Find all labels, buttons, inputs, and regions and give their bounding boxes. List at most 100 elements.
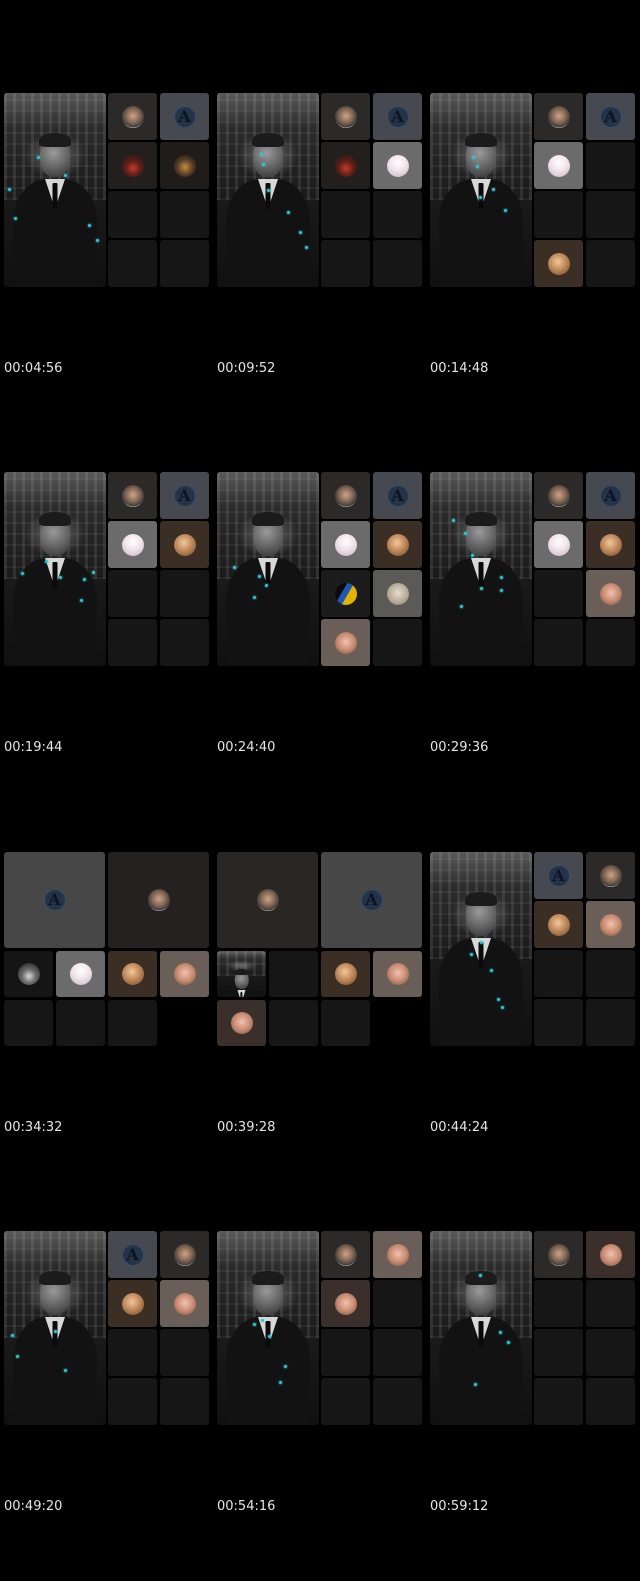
cyan-marker-dot bbox=[492, 188, 495, 191]
participant-tile bbox=[534, 521, 583, 568]
recording-thumbnail[interactable]: A 00:39:28 bbox=[217, 852, 422, 1202]
cyan-marker-dot bbox=[37, 156, 40, 159]
cyan-marker-dot bbox=[59, 576, 62, 579]
participant-avatar-sky bbox=[334, 533, 357, 556]
timestamp-label: 00:34:32 bbox=[4, 1120, 63, 1135]
participant-grid: A bbox=[4, 93, 209, 288]
recording-thumbnail[interactable]: A 00:19:44 bbox=[4, 472, 209, 822]
recording-thumbnail[interactable]: A 00:49:20 bbox=[4, 1231, 209, 1581]
recording-thumbnail[interactable]: A 00:24:40 bbox=[217, 472, 422, 822]
avatar-letter: A bbox=[604, 485, 617, 505]
speaker-figure bbox=[430, 852, 532, 1046]
recording-thumbnail[interactable]: A 00:04:56 bbox=[4, 93, 209, 443]
avatar-letter: A bbox=[48, 890, 61, 909]
cyan-marker-dot bbox=[480, 587, 483, 590]
recording-thumbnail[interactable]: A 00:29:36 bbox=[430, 472, 635, 822]
participant-avatar-hand bbox=[230, 1012, 253, 1034]
participant-grid bbox=[217, 1231, 422, 1426]
participant-tile bbox=[160, 951, 209, 997]
participant-grid: A bbox=[430, 852, 635, 1047]
avatar-letter: A bbox=[365, 890, 378, 909]
participant-tile bbox=[373, 1231, 422, 1278]
cyan-marker-dot bbox=[261, 1319, 264, 1322]
cyan-marker-dot bbox=[479, 196, 482, 199]
cyan-marker-dot bbox=[464, 532, 467, 535]
participant-tile-large bbox=[108, 852, 209, 948]
participant-avatar-hand bbox=[599, 582, 622, 605]
cyan-marker-dot bbox=[268, 1335, 271, 1338]
cyan-marker-dot bbox=[92, 571, 95, 574]
timestamp-label: 00:04:56 bbox=[4, 361, 63, 376]
cyan-marker-dot bbox=[233, 566, 236, 569]
participant-tile: A bbox=[373, 93, 422, 140]
participant-tile: A bbox=[373, 472, 422, 519]
empty-participant-slot bbox=[269, 1000, 318, 1046]
empty-participant-slot bbox=[56, 1000, 105, 1046]
speaker-video-tile bbox=[430, 852, 532, 1046]
timestamp-label: 00:29:36 bbox=[430, 740, 489, 755]
speaker-figure bbox=[4, 1231, 106, 1425]
empty-participant-slot bbox=[534, 619, 583, 666]
speaker-video-tile bbox=[4, 1231, 106, 1425]
participant-tile bbox=[534, 901, 583, 948]
participant-tile: A bbox=[534, 852, 583, 899]
participant-tile bbox=[321, 1280, 370, 1327]
participant-avatar-man bbox=[121, 105, 144, 128]
participant-avatar-hand bbox=[334, 1292, 357, 1315]
timestamp-label: 00:54:16 bbox=[217, 1499, 276, 1514]
cyan-marker-dot bbox=[490, 969, 493, 972]
empty-participant-slot bbox=[108, 570, 157, 617]
participant-grid: A bbox=[217, 852, 422, 1047]
cyan-marker-dot bbox=[258, 575, 261, 578]
recording-thumbnail[interactable]: A 00:09:52 bbox=[217, 93, 422, 443]
participant-avatar-letter: A bbox=[599, 105, 622, 128]
participant-tile bbox=[217, 1000, 266, 1046]
empty-participant-slot bbox=[586, 1280, 635, 1327]
cyan-marker-dot bbox=[305, 246, 308, 249]
speaker-figure bbox=[217, 472, 319, 666]
cyan-marker-dot bbox=[54, 1330, 57, 1333]
speaker-video-tile bbox=[430, 93, 532, 287]
participant-tile-large: A bbox=[4, 852, 105, 948]
empty-participant-slot bbox=[108, 1329, 157, 1376]
cyan-marker-dot bbox=[299, 231, 302, 234]
cyan-marker-dot bbox=[45, 560, 48, 563]
participant-tile bbox=[321, 619, 370, 666]
empty-participant-slot bbox=[160, 570, 209, 617]
speaker-figure bbox=[430, 472, 532, 666]
recording-thumbnail[interactable]: 00:59:12 bbox=[430, 1231, 635, 1581]
participant-tile bbox=[586, 901, 635, 948]
participant-avatar-hand bbox=[599, 913, 622, 936]
participant-avatar-hand bbox=[386, 963, 409, 985]
empty-participant-slot bbox=[373, 191, 422, 238]
participant-tile bbox=[321, 93, 370, 140]
participant-avatar-letter: A bbox=[173, 484, 196, 507]
empty-participant-slot bbox=[160, 1329, 209, 1376]
speaker-figure bbox=[4, 93, 106, 287]
recording-thumbnail[interactable]: A 00:34:32 bbox=[4, 852, 209, 1202]
participant-avatar-gold bbox=[173, 533, 196, 556]
cyan-marker-dot bbox=[253, 596, 256, 599]
recording-thumbnail[interactable]: A 00:44:24 bbox=[430, 852, 635, 1202]
empty-participant-slot bbox=[108, 191, 157, 238]
cyan-marker-dot bbox=[471, 554, 474, 557]
cyan-marker-dot bbox=[8, 188, 11, 191]
participant-avatar-gold bbox=[334, 963, 357, 985]
participant-avatar-sky bbox=[121, 533, 144, 556]
recording-thumbnail[interactable]: 00:54:16 bbox=[217, 1231, 422, 1581]
cyan-marker-dot bbox=[267, 189, 270, 192]
participant-avatar-man bbox=[547, 105, 570, 128]
avatar-letter: A bbox=[178, 106, 191, 126]
cyan-marker-dot bbox=[265, 584, 268, 587]
cyan-marker-dot bbox=[500, 589, 503, 592]
participant-avatar-letter: A bbox=[386, 105, 409, 128]
cyan-marker-dot bbox=[476, 165, 479, 168]
empty-participant-slot bbox=[321, 240, 370, 287]
participant-avatar-man bbox=[147, 889, 170, 911]
recording-thumbnail[interactable]: A 00:14:48 bbox=[430, 93, 635, 443]
cyan-marker-dot bbox=[480, 941, 483, 944]
participant-tile bbox=[160, 142, 209, 189]
cyan-marker-dot bbox=[460, 605, 463, 608]
participant-avatar-car bbox=[334, 154, 357, 177]
empty-participant-slot bbox=[373, 1378, 422, 1425]
